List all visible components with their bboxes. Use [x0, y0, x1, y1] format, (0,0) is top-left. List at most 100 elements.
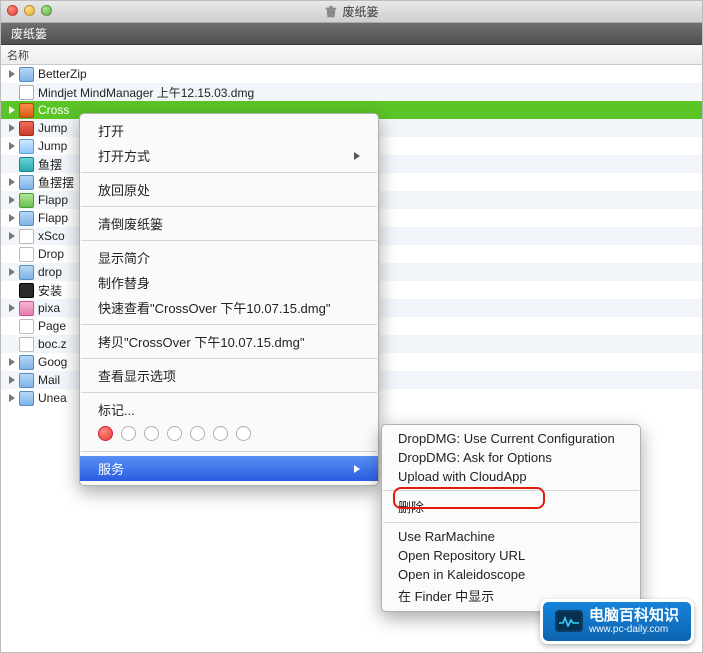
item-label: Jump: [38, 139, 67, 153]
chevron-right-icon: [354, 465, 360, 473]
submenu-item[interactable]: Upload with CloudApp: [382, 467, 640, 486]
submenu-item[interactable]: DropDMG: Ask for Options: [382, 448, 640, 467]
item-label: Mail: [38, 373, 60, 387]
close-window-button[interactable]: [7, 5, 18, 16]
badge-title: 电脑百科知识: [589, 608, 679, 625]
column-name: 名称: [7, 47, 29, 63]
menu-make-alias[interactable]: 制作替身: [80, 270, 378, 295]
tag-green[interactable]: [167, 426, 182, 441]
menu-quick-look[interactable]: 快速查看"CrossOver 下午10.07.15.dmg": [80, 295, 378, 320]
file-icon: [19, 301, 34, 316]
tag-blue[interactable]: [190, 426, 205, 441]
item-label: Unea: [38, 391, 67, 405]
file-icon: [19, 391, 34, 406]
menu-separator: [81, 451, 377, 452]
list-columns-header[interactable]: 名称: [1, 45, 702, 65]
item-label: Flapp: [38, 211, 68, 225]
item-label: 鱼摆摆: [38, 174, 74, 191]
menu-open-with[interactable]: 打开方式: [80, 143, 378, 168]
item-label: Page: [38, 319, 66, 333]
window-titlebar: 废纸篓: [1, 1, 702, 23]
file-icon: [19, 355, 34, 370]
file-icon: [19, 139, 34, 154]
item-label: boc.z: [38, 337, 67, 351]
context-menu: 打开 打开方式 放回原处 清倒废纸篓 显示简介 制作替身 快速查看"CrossO…: [79, 113, 379, 486]
file-icon: [19, 373, 34, 388]
menu-separator: [81, 240, 377, 241]
file-icon: [19, 211, 34, 226]
menu-get-info[interactable]: 显示简介: [80, 245, 378, 270]
tag-orange[interactable]: [121, 426, 136, 441]
tags-row: [80, 422, 378, 447]
menu-separator: [383, 522, 639, 523]
tag-yellow[interactable]: [144, 426, 159, 441]
disclosure-triangle-icon: [9, 304, 15, 312]
monitor-icon: [555, 610, 583, 632]
traffic-lights: [7, 5, 52, 16]
trash-icon: [324, 5, 338, 19]
menu-separator: [81, 206, 377, 207]
submenu-item[interactable]: DropDMG: Use Current Configuration: [382, 429, 640, 448]
file-icon: [19, 193, 34, 208]
window-title: 废纸篓: [342, 3, 378, 20]
item-label: 安装: [38, 282, 62, 299]
menu-copy[interactable]: 拷贝"CrossOver 下午10.07.15.dmg": [80, 329, 378, 354]
submenu-item[interactable]: 删除: [382, 495, 640, 518]
badge-url: www.pc-daily.com: [589, 624, 679, 635]
disclosure-triangle-icon: [9, 376, 15, 384]
submenu-item[interactable]: Use RarMachine: [382, 527, 640, 546]
item-label: Jump: [38, 121, 67, 135]
menu-view-options[interactable]: 查看显示选项: [80, 363, 378, 388]
window-toolbar: 废纸篓: [1, 23, 702, 45]
file-icon: [19, 85, 34, 100]
file-icon: [19, 265, 34, 280]
tag-red[interactable]: [98, 426, 113, 441]
menu-services[interactable]: 服务: [80, 456, 378, 481]
file-icon: [19, 247, 34, 262]
file-icon: [19, 157, 34, 172]
item-label: Mindjet MindManager 上午12.15.03.dmg: [38, 84, 254, 101]
disclosure-triangle-icon: [9, 214, 15, 222]
submenu-item[interactable]: Open Repository URL: [382, 546, 640, 565]
item-label: Goog: [38, 355, 67, 369]
menu-empty-trash[interactable]: 清倒废纸篓: [80, 211, 378, 236]
tag-gray[interactable]: [236, 426, 251, 441]
item-label: BetterZip: [38, 67, 87, 81]
file-icon: [19, 283, 34, 298]
disclosure-triangle-icon: [9, 70, 15, 78]
watermark-badge: 电脑百科知识 www.pc-daily.com: [540, 599, 694, 645]
file-icon: [19, 319, 34, 334]
file-icon: [19, 103, 34, 118]
menu-separator: [383, 490, 639, 491]
item-label: Flapp: [38, 193, 68, 207]
menu-separator: [81, 358, 377, 359]
list-item[interactable]: Mindjet MindManager 上午12.15.03.dmg: [1, 83, 702, 101]
disclosure-triangle-icon: [9, 196, 15, 204]
disclosure-triangle-icon: [9, 142, 15, 150]
zoom-window-button[interactable]: [41, 5, 52, 16]
list-item[interactable]: BetterZip: [1, 65, 702, 83]
chevron-right-icon: [354, 152, 360, 160]
disclosure-triangle-icon: [9, 394, 15, 402]
item-label: 鱼摆: [38, 156, 62, 173]
toolbar-title: 废纸篓: [11, 25, 47, 42]
menu-separator: [81, 392, 377, 393]
disclosure-triangle-icon: [9, 178, 15, 186]
item-label: xSco: [38, 229, 65, 243]
disclosure-triangle-icon: [9, 358, 15, 366]
submenu-item[interactable]: Open in Kaleidoscope: [382, 565, 640, 584]
menu-separator: [81, 172, 377, 173]
file-icon: [19, 229, 34, 244]
services-submenu: DropDMG: Use Current ConfigurationDropDM…: [381, 424, 641, 612]
menu-open[interactable]: 打开: [80, 118, 378, 143]
menu-tags-label: 标记...: [80, 397, 378, 422]
item-label: Cross: [38, 103, 69, 117]
item-label: drop: [38, 265, 62, 279]
minimize-window-button[interactable]: [24, 5, 35, 16]
disclosure-triangle-icon: [9, 124, 15, 132]
tag-purple[interactable]: [213, 426, 228, 441]
menu-put-back[interactable]: 放回原处: [80, 177, 378, 202]
disclosure-triangle-icon: [9, 232, 15, 240]
file-icon: [19, 67, 34, 82]
item-label: Drop: [38, 247, 64, 261]
